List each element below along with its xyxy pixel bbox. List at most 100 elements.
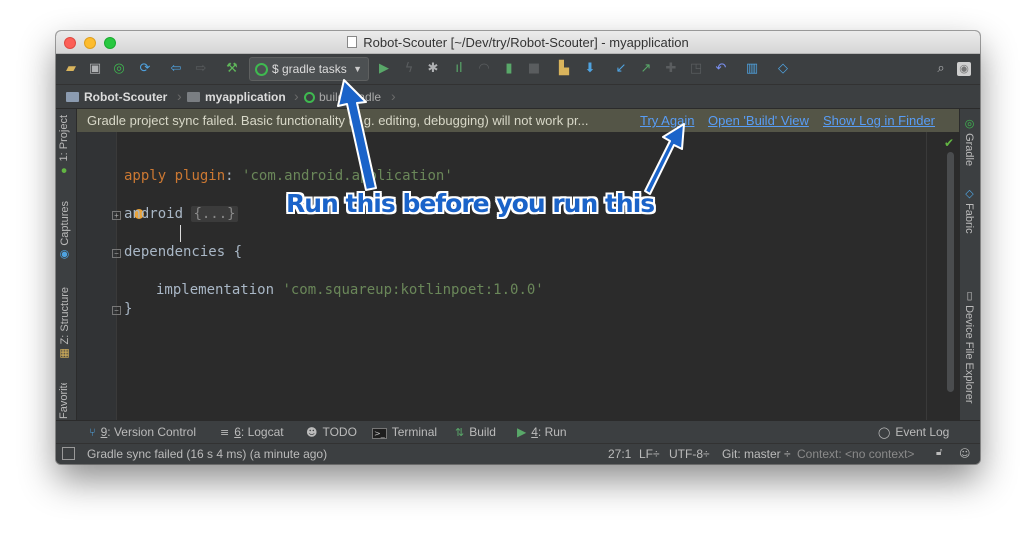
sdk-manager-icon[interactable]: ⬇ [582, 61, 598, 77]
forward-icon[interactable]: ⇨ [193, 61, 209, 77]
show-log-in-finder-link[interactable]: Show Log in Finder [823, 109, 935, 132]
editor-scrollbar[interactable] [947, 152, 954, 392]
refresh-icon[interactable]: ⟳ [137, 61, 153, 77]
git-branch[interactable]: Git: master ÷ [722, 447, 791, 461]
tab-gradle[interactable]: ◎ Gradle [963, 117, 976, 166]
file-encoding[interactable]: UTF-8÷ [669, 447, 710, 461]
apply-code-changes-icon[interactable]: ▮ [501, 61, 517, 77]
lock-icon[interactable]: 🔓︎ [936, 447, 942, 458]
open-icon[interactable]: ▰ [63, 61, 79, 77]
build-hammer-icon[interactable]: ⚒ [224, 61, 240, 77]
run-icon: ▶ [517, 425, 527, 439]
tool-build[interactable]: ⇅ Build [455, 425, 496, 439]
android-icon: ● [58, 164, 70, 177]
breadcrumb: Robot-Scouter › myapplication › build.gr… [56, 85, 980, 109]
tab-device-file-explorer-label: Device File Explorer [963, 305, 975, 404]
tool-logcat[interactable]: ≡ 6: Logcat [220, 425, 284, 439]
open-build-view-link[interactable]: Open 'Build' View [708, 109, 809, 132]
run-icon[interactable]: ▶ [376, 61, 392, 77]
back-icon[interactable]: ⇦ [168, 61, 184, 77]
code-line-5: } [124, 301, 132, 317]
breadcrumb-item-file[interactable]: build.gradle [304, 90, 381, 104]
vcs-compare-icon[interactable]: ✚ [663, 61, 679, 77]
revert-icon[interactable]: ↶ [713, 61, 729, 77]
breadcrumb-item-project[interactable]: Robot-Scouter [66, 90, 167, 104]
tool-terminal[interactable]: >_ Terminal [372, 425, 437, 439]
layers-icon[interactable]: ◇ [775, 61, 791, 77]
tool-label: Terminal [391, 425, 438, 439]
tab-structure[interactable]: ▦ Z: Structure [58, 287, 71, 361]
fold-expand-icon[interactable]: + [112, 211, 121, 220]
bottom-tool-bar: ⑂ 9: Version Control ≡ 6: Logcat ☻ TODO >_ T… [56, 420, 980, 443]
code-editor[interactable]: ✔ apply plugin: 'com.android.application… [77, 132, 959, 420]
tab-captures[interactable]: ◉ Captures [58, 201, 71, 262]
search-icon[interactable]: ⌕ [933, 61, 949, 77]
right-margin-guide [926, 132, 927, 420]
tab-gradle-label: Gradle [963, 133, 975, 167]
line-separator[interactable]: LF÷ [639, 447, 660, 461]
event-log-icon: ◯ [878, 426, 891, 439]
code-string: 'com.squareup:kotlinpoet:1.0.0' [282, 282, 544, 298]
sync-failed-notification: Gradle project sync failed. Basic functi… [77, 109, 959, 132]
status-message[interactable]: Gradle sync failed (16 s 4 ms) (a minute… [87, 447, 327, 461]
breadcrumb-separator: › [177, 88, 182, 104]
user-icon[interactable]: ◉ [957, 62, 971, 76]
tool-run[interactable]: ▶ 4: Run [517, 425, 567, 439]
code-token: plugin [174, 168, 226, 184]
attach-icon[interactable]: ◠ [476, 61, 492, 77]
tab-favorites[interactable]: Favorites [58, 383, 70, 419]
tool-key: 4 [531, 425, 538, 439]
no-problems-check-icon: ✔ [944, 136, 955, 150]
stop-icon[interactable]: ■ [526, 61, 542, 77]
device-icon: ▯ [963, 289, 975, 302]
tool-key: 6 [234, 425, 241, 439]
caret-position[interactable]: 27:1 [608, 447, 631, 461]
sync-icon[interactable]: ◎ [111, 61, 127, 77]
run-configuration-dropdown[interactable]: $ gradle tasks ▼ [249, 57, 369, 81]
tab-fabric[interactable]: ◇ Fabric [963, 187, 976, 234]
build-icon: ⇅ [455, 426, 465, 439]
logcat-icon: ≡ [220, 426, 230, 439]
window-title-text: Robot-Scouter [~/Dev/try/Robot-Scouter] … [363, 35, 689, 50]
annotation-caption: Run this before you run this [286, 189, 655, 218]
code-token: android [124, 206, 184, 222]
save-icon[interactable]: ▣ [87, 61, 103, 77]
tab-project-label: 1: Project [58, 115, 70, 162]
tab-fabric-label: Fabric [963, 203, 975, 234]
tool-label: TODO [322, 425, 357, 439]
project-structure-icon[interactable]: ▥ [744, 61, 760, 77]
fold-end-icon[interactable]: − [112, 306, 121, 315]
tab-device-file-explorer[interactable]: ▯ Device File Explorer [963, 289, 976, 403]
gradle-icon: ◎ [963, 117, 975, 130]
vcs-update-icon[interactable]: ↙ [613, 61, 629, 77]
avd-manager-icon[interactable]: ▙ [556, 61, 572, 77]
code-line-4: implementation 'com.squareup:kotlinpoet:… [156, 282, 544, 298]
folded-region[interactable]: {...} [191, 206, 238, 222]
terminal-icon: >_ [372, 428, 387, 439]
window-title: Robot-Scouter [~/Dev/try/Robot-Scouter] … [56, 35, 980, 50]
code-token: dependencies { [124, 244, 243, 260]
vcs-history-icon[interactable]: ◳ [688, 61, 704, 77]
tab-project[interactable]: ● 1: Project [58, 115, 70, 181]
context-indicator[interactable]: Context: <no context> [797, 447, 914, 461]
apply-changes-icon[interactable]: ϟ [401, 61, 417, 77]
tool-windows-toggle-icon[interactable] [62, 447, 75, 460]
right-tool-strip: ◎ Gradle ◇ Fabric ▯ Device File Explorer [959, 109, 980, 420]
try-again-link[interactable]: Try Again [640, 109, 694, 132]
tool-label: : Run [537, 425, 567, 439]
status-bar: Gradle sync failed (16 s 4 ms) (a minute… [56, 443, 980, 464]
vcs-commit-icon[interactable]: ↗ [638, 61, 654, 77]
code-token: implementation [156, 282, 283, 298]
fold-collapse-icon[interactable]: − [112, 249, 121, 258]
chevron-down-icon: ▼ [353, 64, 362, 74]
code-token: apply [124, 168, 167, 184]
inspector-icon[interactable]: ☺ [959, 447, 970, 460]
fabric-icon: ◇ [963, 187, 975, 200]
tool-todo[interactable]: ☻ TODO [306, 425, 357, 439]
profile-icon[interactable]: ıl [451, 61, 467, 77]
tool-version-control[interactable]: ⑂ 9: Version Control [89, 425, 196, 439]
tool-event-log[interactable]: ◯ Event Log [878, 425, 949, 439]
breadcrumb-item-module[interactable]: myapplication [187, 90, 286, 104]
breadcrumb-separator: › [391, 88, 396, 104]
debug-icon[interactable]: ✱ [425, 61, 441, 77]
